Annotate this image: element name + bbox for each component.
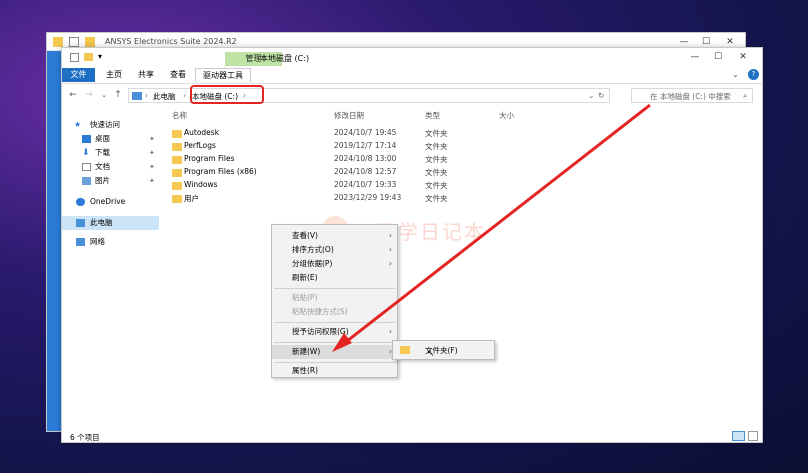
arrow-head: [332, 333, 352, 352]
arrow-shaft: [341, 103, 651, 347]
annotation-arrow: [332, 103, 651, 352]
